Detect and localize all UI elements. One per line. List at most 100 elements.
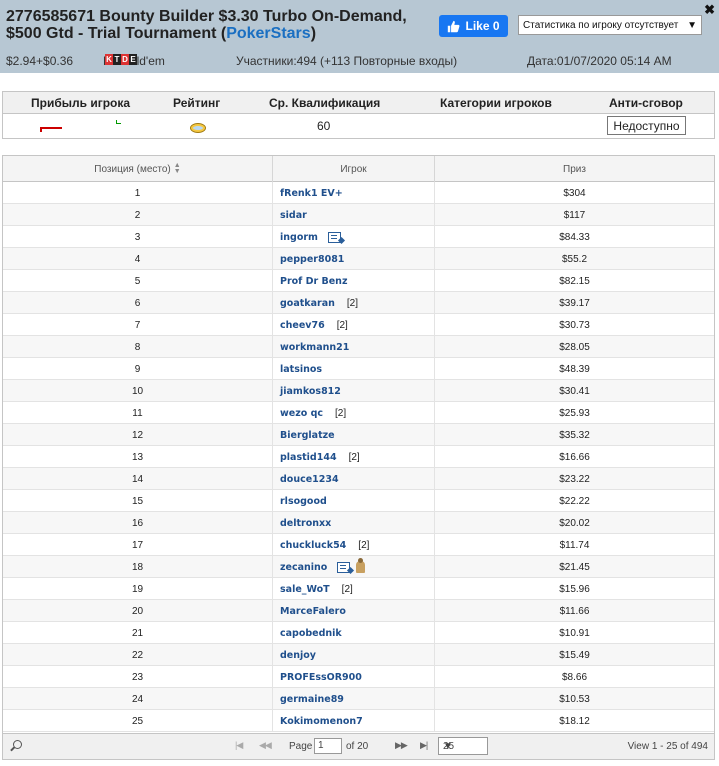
- position-column-header[interactable]: Позиция (место) ▲ ▼: [3, 156, 273, 182]
- profit-sparkline-icon: [40, 127, 62, 132]
- prize-cell: $11.66: [559, 605, 590, 617]
- prize-cell: $30.41: [559, 385, 590, 397]
- player-link[interactable]: zecanino: [280, 562, 327, 573]
- player-cell: ingorm: [273, 226, 435, 248]
- player-link[interactable]: PROFEssOR900: [280, 672, 362, 683]
- rating-header: Рейтинг: [173, 96, 221, 110]
- player-link[interactable]: capobednik: [280, 628, 342, 639]
- player-link[interactable]: cheev76: [280, 320, 325, 331]
- table-row: 7 cheev76 [2] $30.73: [3, 314, 714, 336]
- position-cell: 23: [3, 666, 273, 688]
- next-page-icon[interactable]: ▶▶: [395, 740, 408, 751]
- results-grid: Позиция (место) ▲ ▼ Игрок Приз 1 fRenk1 EV+…: [2, 155, 715, 760]
- player-cell: Bierglatze: [273, 424, 435, 446]
- position-cell: 19: [3, 578, 273, 600]
- prize-cell: $8.66: [561, 671, 588, 683]
- prize-column-header[interactable]: Приз: [435, 156, 714, 182]
- first-page-icon[interactable]: |◀: [235, 740, 243, 751]
- table-row: 2 sidar $117: [3, 204, 714, 226]
- player-link[interactable]: rlsogood: [280, 496, 327, 507]
- player-link[interactable]: wezo qc: [280, 408, 323, 419]
- reentry-count: [2]: [336, 319, 348, 331]
- position-cell: 14: [3, 468, 273, 490]
- prize-cell: $55.2: [561, 253, 588, 265]
- player-link[interactable]: plastid144: [280, 452, 337, 463]
- prev-page-icon[interactable]: ◀◀: [259, 740, 272, 751]
- table-row: 17 chuckluck54 [2] $11.74: [3, 534, 714, 556]
- table-row: 3 ingorm $84.33: [3, 226, 714, 248]
- player-cell: jiamkos812: [273, 380, 435, 402]
- close-icon[interactable]: ✖: [704, 2, 715, 18]
- player-link[interactable]: denjoy: [280, 650, 316, 661]
- rank-trend-icon: [116, 120, 121, 124]
- dropdown-arrow-icon: ▼: [443, 740, 453, 752]
- position-cell: 1: [3, 182, 273, 204]
- player-cell: fRenk1 EV+: [273, 182, 435, 204]
- player-link[interactable]: douce1234: [280, 474, 339, 485]
- player-link[interactable]: jiamkos812: [280, 386, 341, 397]
- tournament-header: 2776585671 Bounty Builder $3.30 Turbo On…: [0, 0, 719, 73]
- reentry-count: [2]: [346, 297, 358, 309]
- last-page-icon[interactable]: ▶|: [420, 740, 428, 751]
- player-link[interactable]: workmann21: [280, 342, 349, 353]
- player-link[interactable]: sidar: [280, 210, 307, 221]
- position-cell: 5: [3, 270, 273, 292]
- position-cell: 22: [3, 644, 273, 666]
- player-cell: sale_WoT [2]: [273, 578, 435, 600]
- table-row: 21 capobednik $10.91: [3, 622, 714, 644]
- prize-cell: $22.22: [559, 495, 590, 507]
- player-link[interactable]: goatkaran: [280, 298, 335, 309]
- grid-rows: 1 fRenk1 EV+ $304 2 sidar $117 3 ingorm $84.33 4 p…: [3, 182, 714, 732]
- site-link[interactable]: PokerStars: [226, 25, 311, 42]
- page-label: Page: [289, 741, 313, 752]
- page-number-input[interactable]: 1: [314, 738, 342, 754]
- player-cell: sidar: [273, 204, 435, 226]
- facebook-like-label: Like 0: [465, 19, 500, 33]
- table-row: 6 goatkaran [2] $39.17: [3, 292, 714, 314]
- rating-badge-icon[interactable]: [190, 123, 206, 133]
- position-cell: 8: [3, 336, 273, 358]
- table-row: 24 germaine89 $10.53: [3, 688, 714, 710]
- tournament-title: 2776585671 Bounty Builder $3.30 Turbo On…: [6, 8, 407, 42]
- grid-header: Позиция (место) ▲ ▼ Игрок Приз: [3, 156, 714, 182]
- player-link[interactable]: Kokimomenon7: [280, 716, 363, 727]
- table-row: 19 sale_WoT [2] $15.96: [3, 578, 714, 600]
- player-categories-header: Категории игроков: [440, 96, 552, 110]
- position-cell: 10: [3, 380, 273, 402]
- player-note-icon[interactable]: [337, 561, 351, 573]
- player-link[interactable]: latsinos: [280, 364, 322, 375]
- player-stats-select[interactable]: Статистика по игроку отсутствует ▼: [518, 15, 702, 35]
- facebook-like-button[interactable]: Like 0: [439, 15, 508, 37]
- prize-cell: $35.32: [559, 429, 590, 441]
- player-link[interactable]: sale_WoT: [280, 584, 330, 595]
- player-link[interactable]: pepper8081: [280, 254, 344, 265]
- player-link[interactable]: Bierglatze: [280, 430, 335, 441]
- player-link[interactable]: deltronxx: [280, 518, 331, 529]
- search-icon[interactable]: [13, 740, 22, 749]
- pager: |◀ ◀◀ Page 1 of 20 ▶▶ ▶| 25 ▼ View 1 - 25…: [3, 733, 714, 759]
- prize-cell: $25.93: [559, 407, 590, 419]
- player-link[interactable]: germaine89: [280, 694, 344, 705]
- player-note-icon[interactable]: [327, 231, 341, 243]
- position-cell: 15: [3, 490, 273, 512]
- ktde-badge-icon: KTDE: [105, 54, 137, 65]
- table-row: 25 Kokimomenon7 $18.12: [3, 710, 714, 732]
- player-link[interactable]: chuckluck54: [280, 540, 346, 551]
- position-cell: 12: [3, 424, 273, 446]
- rows-per-page-select[interactable]: 25 ▼: [438, 737, 488, 755]
- player-link[interactable]: fRenk1 EV+: [280, 188, 343, 199]
- player-link[interactable]: Prof Dr Benz: [280, 276, 347, 287]
- summary-table: Прибыль игрока Рейтинг Ср. Квалификация …: [2, 91, 715, 139]
- anti-collusion-header: Анти-сговор: [609, 96, 683, 110]
- player-cell: chuckluck54 [2]: [273, 534, 435, 556]
- table-row: 22 denjoy $15.49: [3, 644, 714, 666]
- anti-collusion-button[interactable]: Недоступно: [607, 116, 686, 135]
- prize-cell: $23.22: [559, 473, 590, 485]
- player-cell: workmann21: [273, 336, 435, 358]
- table-row: 12 Bierglatze $35.32: [3, 424, 714, 446]
- player-link[interactable]: ingorm: [280, 232, 318, 243]
- player-link[interactable]: MarceFalero: [280, 606, 346, 617]
- reentry-count: [2]: [335, 407, 347, 419]
- player-column-header[interactable]: Игрок: [273, 156, 435, 182]
- player-cell: deltronxx: [273, 512, 435, 534]
